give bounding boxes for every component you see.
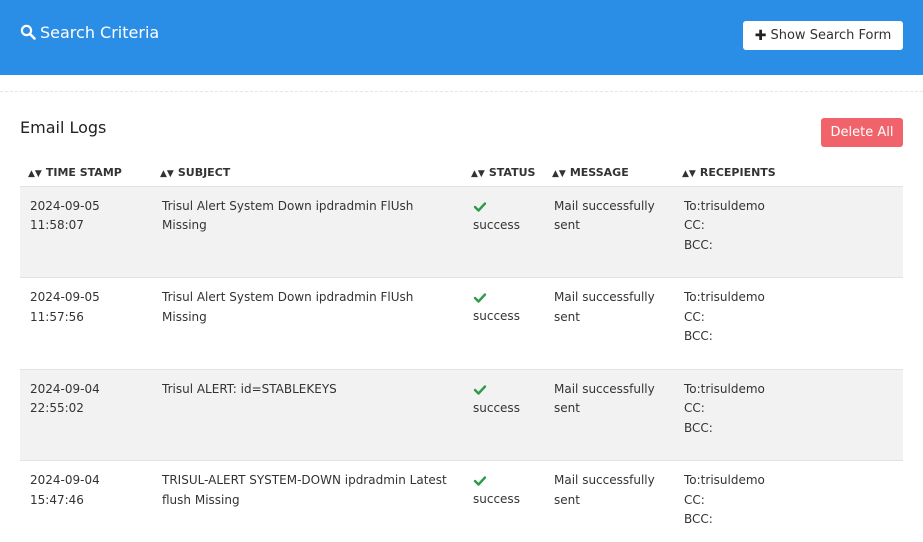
bcc-text: BCC: [684,237,713,252]
cc-text: CC: [684,492,705,507]
bcc-text: BCC: [684,512,713,526]
time-text: 22:55:02 [30,401,84,415]
subject-cell: Trisul Alert System Down ipdradmin FlUsh… [152,186,463,278]
timestamp-cell: 2024-09-04 15:47:46 [20,460,152,542]
cc-text: CC: [684,309,705,324]
status-text: success [473,492,520,506]
message-cell: Mail successfully sent [544,277,674,370]
cc-text: CC: [684,401,705,415]
bcc-text: BCC: [684,420,713,435]
status-cell: success [463,369,544,461]
check-icon [473,471,536,490]
to-text: To:trisuldemo [684,290,765,304]
table-row[interactable]: 2024-09-04 15:47:46 TRISUL-ALERT SYSTEM-D… [20,460,903,542]
status-cell: success [463,277,544,370]
message-cell: Mail successfully sent [544,369,674,461]
email-logs-table: ▲▼ TIME STAMP ▲▼ SUBJECT ▲▼ STATUS ▲▼ MESSAG… [20,160,903,542]
sort-icon: ▲▼ [28,169,42,180]
check-icon [473,380,536,399]
column-header-subject[interactable]: ▲▼ SUBJECT [152,160,463,187]
column-header-label: STATUS [488,166,536,180]
show-search-form-button[interactable]: ✚ Show Search Form [743,21,903,50]
date-text: 2024-09-04 [30,381,100,396]
search-criteria-label: Search Criteria [40,22,160,42]
column-header-label: MESSAGE [569,166,629,180]
column-header-timestamp[interactable]: ▲▼ TIME STAMP [20,160,152,187]
bcc-text: BCC: [684,329,713,343]
sort-icon: ▲▼ [682,169,696,180]
to-text: To:trisuldemo [684,381,765,396]
column-header-label: RECEPIENTS [699,166,776,180]
recipients-cell: To:trisuldemo CC: BCC: [674,186,903,278]
show-search-form-label: Show Search Form [770,28,892,43]
check-icon [473,197,536,216]
timestamp-cell: 2024-09-04 22:55:02 [20,369,152,461]
column-header-label: TIME STAMP [45,166,122,180]
to-text: To:trisuldemo [684,473,765,487]
recipients-cell: To:trisuldemo CC: BCC: [674,460,903,542]
time-text: 11:57:56 [30,309,84,324]
column-header-status[interactable]: ▲▼ STATUS [463,160,544,187]
recipients-cell: To:trisuldemo CC: BCC: [674,277,903,370]
recipients-cell: To:trisuldemo CC: BCC: [674,369,903,461]
cc-text: CC: [684,218,705,232]
to-text: To:trisuldemo [684,198,765,213]
plus-icon: ✚ [754,27,767,44]
sort-icon: ▲▼ [552,169,566,180]
search-criteria-heading[interactable]: Search Criteria [20,21,159,43]
time-text: 11:58:07 [30,218,84,232]
date-text: 2024-09-05 [30,198,100,213]
table-row[interactable]: 2024-09-05 11:58:07 Trisul Alert System D… [20,186,903,278]
table-header-row: ▲▼ TIME STAMP ▲▼ SUBJECT ▲▼ STATUS ▲▼ MESSAG… [20,160,903,187]
status-text: success [473,400,520,415]
time-text: 15:47:46 [30,492,84,507]
section-divider [0,91,923,92]
message-cell: Mail successfully sent [544,186,674,278]
message-cell: Mail successfully sent [544,460,674,542]
sort-icon: ▲▼ [160,169,174,180]
column-header-message[interactable]: ▲▼ MESSAGE [544,160,674,187]
timestamp-cell: 2024-09-05 11:58:07 [20,186,152,278]
table-row[interactable]: 2024-09-05 11:57:56 Trisul Alert System D… [20,277,903,370]
check-icon [473,288,536,307]
timestamp-cell: 2024-09-05 11:57:56 [20,277,152,370]
top-header-bar: Search Criteria ✚ Show Search Form [0,0,923,75]
date-text: 2024-09-04 [30,473,100,487]
subject-cell: Trisul ALERT: id=STABLEKEYS [152,369,463,461]
status-cell: success [463,186,544,278]
date-text: 2024-09-05 [30,290,100,304]
subject-cell: TRISUL-ALERT SYSTEM-DOWN ipdradmin Lates… [152,460,463,542]
page-title: Email Logs [20,118,107,137]
column-header-recipients[interactable]: ▲▼ RECEPIENTS [674,160,903,187]
status-cell: success [463,460,544,542]
sort-icon: ▲▼ [471,169,485,180]
delete-all-button[interactable]: Delete All [821,118,903,147]
status-text: success [473,217,520,232]
status-text: success [473,309,520,323]
table-row[interactable]: 2024-09-04 22:55:02 Trisul ALERT: id=STAB… [20,369,903,461]
subject-cell: Trisul Alert System Down ipdradmin FlUsh… [152,277,463,370]
search-icon [20,24,36,40]
column-header-label: SUBJECT [177,166,231,180]
